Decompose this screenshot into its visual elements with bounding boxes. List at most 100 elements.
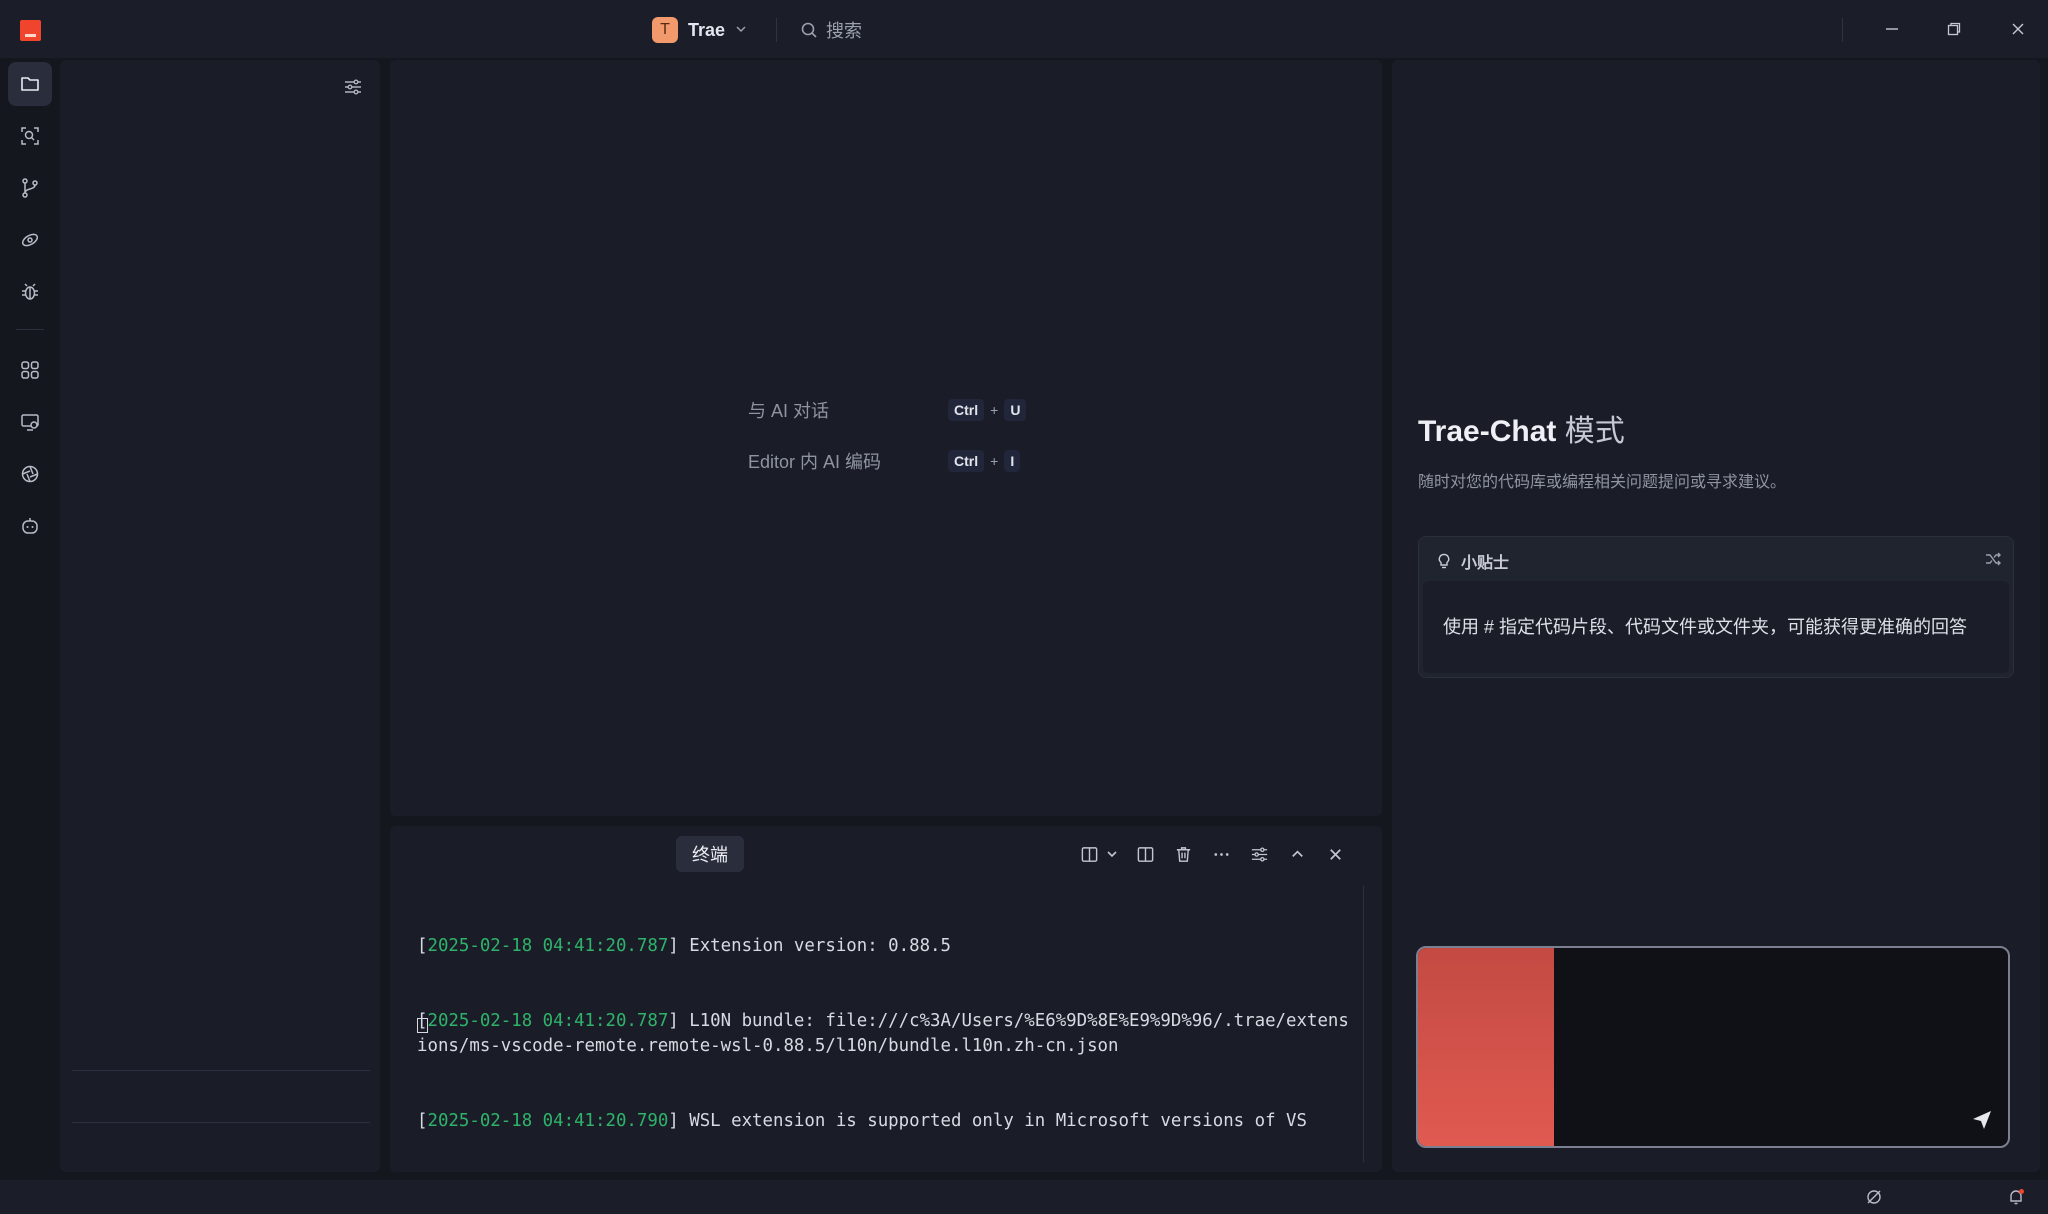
editor-area: 与 AI 对话 Ctrl + U Editor 内 AI 编码 Ctrl + I: [390, 60, 1382, 816]
shortcut-label: 与 AI 对话: [748, 401, 830, 421]
new-terminal-button[interactable]: [1076, 841, 1102, 867]
shortcut-label: Editor 内 AI 编码: [748, 452, 882, 472]
chat-description: 随时对您的代码库或编程相关问题提问或寻求建议。: [1418, 474, 1787, 491]
search-icon: [801, 22, 817, 38]
terminal-line: [2025-02-18 04:41:20.787] L10N bundle: f…: [417, 1011, 1349, 1056]
shuffle-icon: [1986, 552, 2001, 566]
activity-ai[interactable]: [8, 504, 52, 548]
trae-logo-icon: [20, 20, 41, 41]
chevron-down-icon: [735, 23, 747, 38]
kill-terminal-button[interactable]: [1170, 841, 1196, 867]
shortcut-key: Ctrl: [948, 450, 985, 472]
chat-panel: Trae-Chat 模式 随时对您的代码库或编程相关问题提问或寻求建议。 小贴士…: [1392, 60, 2040, 1172]
settings-sync-icon: [1867, 1190, 1881, 1204]
aperture-icon: [21, 465, 39, 483]
project-badge: T: [652, 17, 678, 43]
notifications-button[interactable]: [2006, 1187, 2026, 1207]
folder-icon: [21, 77, 39, 91]
search-scan-icon: [21, 127, 39, 145]
bell-icon: [2010, 1189, 2024, 1205]
split-icon: [1137, 846, 1153, 862]
robot-icon: [22, 518, 38, 534]
log-timestamp: 2025-02-18 04:41:20.787: [427, 1011, 669, 1031]
more-icon: [1213, 852, 1229, 856]
close-icon: [2012, 23, 2024, 35]
shortcut-plus: +: [990, 402, 999, 418]
minimize-button[interactable]: [1872, 12, 1912, 46]
activity-source-control[interactable]: [8, 166, 52, 210]
close-panel-button[interactable]: [1322, 841, 1348, 867]
chevron-down-icon: [1107, 851, 1117, 858]
shortcut-key: I: [1004, 450, 1021, 472]
terminal-cursor: [417, 1018, 428, 1033]
activity-extensions[interactable]: [8, 348, 52, 392]
activity-bar: [0, 58, 60, 1176]
terminal-toolbar: [1076, 840, 1348, 868]
activity-agents[interactable]: [8, 452, 52, 496]
divider: [1842, 18, 1843, 42]
project-name: Trae: [688, 19, 726, 40]
filter-button[interactable]: [342, 76, 364, 98]
remote-status-button[interactable]: [1864, 1187, 1884, 1207]
terminal-scrollbar[interactable]: [1363, 886, 1364, 1162]
chat-input[interactable]: [1416, 946, 2010, 1148]
bug-icon: [22, 283, 38, 300]
input-decoration: [1418, 948, 1554, 1146]
monitor-icon: [21, 414, 39, 431]
more-actions-button[interactable]: [1208, 841, 1234, 867]
git-branch-icon: [22, 178, 38, 198]
log-message: ] Extension version: 0.88.5: [668, 936, 951, 956]
log-timestamp: 2025-02-18 04:41:20.790: [427, 1111, 669, 1131]
activity-explorer[interactable]: [8, 62, 52, 106]
title-bar: T Trae 搜索: [0, 0, 2048, 58]
chat-mode: 模式: [1556, 415, 1625, 448]
terminal-output[interactable]: [2025-02-18 04:41:20.787] Extension vers…: [417, 884, 1357, 1184]
terminal-line: [2025-02-18 04:41:20.787] Extension vers…: [417, 936, 951, 956]
log-timestamp: 2025-02-18 04:41:20.787: [427, 936, 669, 956]
tip-header: 小贴士: [1435, 549, 1509, 573]
activity-remote[interactable]: [8, 218, 52, 262]
shortcut-key: Ctrl: [948, 399, 985, 421]
chevron-up-icon: [1291, 849, 1303, 857]
shuffle-tip-button[interactable]: [1983, 549, 2003, 569]
restore-button[interactable]: [1934, 12, 1974, 46]
terminal-panel: 终端 [2025-02-18 04:41:20.787] Extension v…: [390, 826, 1382, 1172]
activity-debug[interactable]: [8, 270, 52, 314]
activity-remote-explorer[interactable]: [8, 400, 52, 444]
shortcut-inline-edit: Editor 内 AI 编码 Ctrl + I: [748, 448, 1021, 474]
tip-title: 小贴士: [1461, 555, 1510, 572]
shortcut-keys: Ctrl + U: [948, 399, 1027, 421]
trash-icon: [1176, 846, 1190, 862]
tip-body: 使用 # 指定代码片段、代码文件或文件夹，可能获得更准确的回答: [1423, 581, 2009, 673]
activity-search[interactable]: [8, 114, 52, 158]
command-search[interactable]: 搜索: [800, 16, 862, 44]
terminal-line: [2025-02-18 04:41:20.790] WSL extension …: [417, 1111, 1307, 1131]
tab-terminal[interactable]: 终端: [676, 836, 744, 872]
divider: [72, 1122, 370, 1123]
divider: [16, 329, 44, 330]
grid-icon: [21, 361, 39, 379]
terminal-dropdown-button[interactable]: [1104, 841, 1120, 867]
sidebar-panel: [60, 60, 380, 1172]
send-button[interactable]: [1970, 1108, 1994, 1132]
shortcut-key: U: [1004, 399, 1027, 421]
lightbulb-icon: [1438, 553, 1450, 569]
status-bar: [0, 1180, 2048, 1214]
split-layout-icon: [1081, 846, 1097, 862]
sliders-icon: [1251, 846, 1267, 862]
shortcut-chat: 与 AI 对话 Ctrl + U: [748, 397, 1027, 423]
send-icon: [1973, 1111, 1991, 1129]
sliders-icon: [345, 79, 361, 95]
restore-icon: [1947, 22, 1961, 36]
link-icon: [21, 233, 39, 247]
log-message: ] WSL extension is supported only in Mic…: [668, 1111, 1307, 1131]
split-terminal-button[interactable]: [1132, 841, 1158, 867]
terminal-settings-button[interactable]: [1246, 841, 1272, 867]
close-button[interactable]: [1998, 12, 2038, 46]
shortcut-keys: Ctrl + I: [948, 450, 1021, 472]
search-placeholder: 搜索: [826, 21, 862, 41]
divider: [72, 1070, 370, 1071]
divider: [776, 18, 777, 42]
project-switcher[interactable]: T Trae: [652, 16, 747, 44]
maximize-panel-button[interactable]: [1284, 841, 1310, 867]
